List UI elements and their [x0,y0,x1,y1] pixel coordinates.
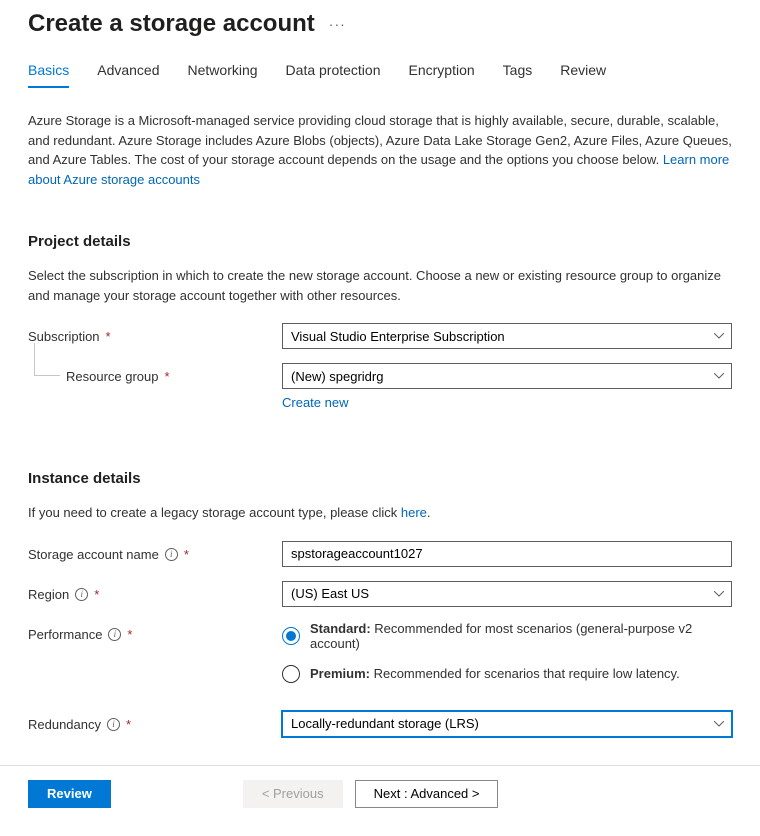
region-label-text: Region [28,587,69,602]
instance-desc-post: . [427,505,431,520]
storage-name-input[interactable] [282,541,732,567]
review-button[interactable]: Review [28,780,111,808]
next-button[interactable]: Next : Advanced > [355,780,499,808]
subscription-label-text: Subscription [28,329,100,344]
required-asterisk: * [165,369,170,384]
storage-name-label-text: Storage account name [28,547,159,562]
region-select[interactable] [282,581,732,607]
subscription-select[interactable] [282,323,732,349]
tab-advanced[interactable]: Advanced [97,62,159,88]
tab-data-protection[interactable]: Data protection [286,62,381,88]
tab-encryption[interactable]: Encryption [409,62,475,88]
performance-label-text: Performance [28,627,102,642]
project-details-desc: Select the subscription in which to crea… [28,266,732,305]
region-label: Region i * [28,581,282,602]
tab-review[interactable]: Review [560,62,606,88]
intro-text: Azure Storage is a Microsoft-managed ser… [28,111,732,189]
radio-icon [282,665,300,683]
required-asterisk: * [94,587,99,602]
performance-label: Performance i * [28,621,282,642]
required-asterisk: * [184,547,189,562]
performance-premium-label: Premium: Recommended for scenarios that … [310,666,680,681]
redundancy-label-text: Redundancy [28,717,101,732]
redundancy-select[interactable] [282,711,732,737]
performance-standard-label: Standard: Recommended for most scenarios… [310,621,732,651]
previous-button: < Previous [243,780,343,808]
info-icon[interactable]: i [75,588,88,601]
required-asterisk: * [127,627,132,642]
performance-standard-radio[interactable]: Standard: Recommended for most scenarios… [282,621,732,651]
instance-details-heading: Instance details [28,470,732,487]
tabs-bar: Basics Advanced Networking Data protecti… [0,48,760,89]
legacy-here-link[interactable]: here [401,505,427,520]
info-icon[interactable]: i [107,718,120,731]
radio-icon [282,627,300,645]
resource-group-label-text: Resource group [66,369,159,384]
instance-details-desc: If you need to create a legacy storage a… [28,503,732,523]
instance-desc-pre: If you need to create a legacy storage a… [28,505,401,520]
intro-body: Azure Storage is a Microsoft-managed ser… [28,113,732,167]
tab-networking[interactable]: Networking [188,62,258,88]
info-icon[interactable]: i [165,548,178,561]
required-asterisk: * [126,717,131,732]
storage-name-label: Storage account name i * [28,541,282,562]
footer-bar: Review < Previous Next : Advanced > [0,765,760,822]
subscription-label: Subscription * [28,323,282,344]
tab-tags[interactable]: Tags [503,62,533,88]
ellipsis-icon[interactable]: ··· [329,16,346,32]
create-new-link[interactable]: Create new [282,395,348,410]
required-asterisk: * [106,329,111,344]
info-icon[interactable]: i [108,628,121,641]
page-title: Create a storage account [28,10,315,38]
performance-premium-radio[interactable]: Premium: Recommended for scenarios that … [282,665,732,683]
redundancy-label: Redundancy i * [28,711,282,732]
project-details-heading: Project details [28,233,732,250]
tab-basics[interactable]: Basics [28,62,69,88]
resource-group-label: Resource group * [28,363,282,384]
resource-group-select[interactable] [282,363,732,389]
